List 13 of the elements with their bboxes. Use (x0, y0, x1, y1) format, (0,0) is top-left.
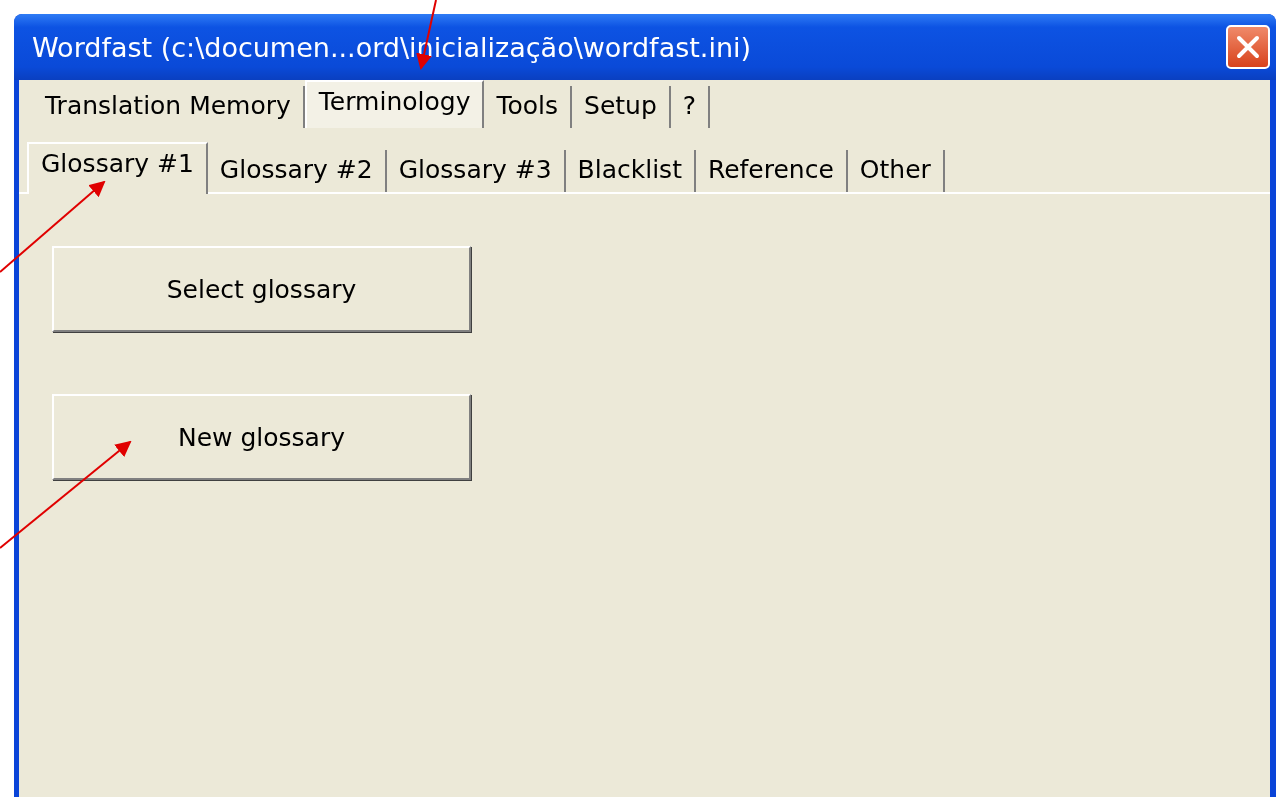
tab[interactable]: Glossary #1 (27, 142, 208, 194)
dialog-button[interactable]: Select glossary (52, 246, 471, 332)
tab[interactable]: Glossary #2 (207, 150, 387, 192)
tab[interactable]: Other (847, 150, 945, 192)
tab[interactable]: ? (670, 86, 711, 128)
tab[interactable]: Tools (484, 86, 573, 128)
dialog-button[interactable]: New glossary (52, 394, 471, 480)
close-button[interactable] (1226, 25, 1270, 69)
tab[interactable]: Blacklist (565, 150, 696, 192)
tab[interactable]: Glossary #3 (386, 150, 566, 192)
tab[interactable]: Terminology (304, 80, 485, 128)
tab[interactable]: Reference (695, 150, 848, 192)
tab[interactable]: Setup (572, 86, 671, 128)
